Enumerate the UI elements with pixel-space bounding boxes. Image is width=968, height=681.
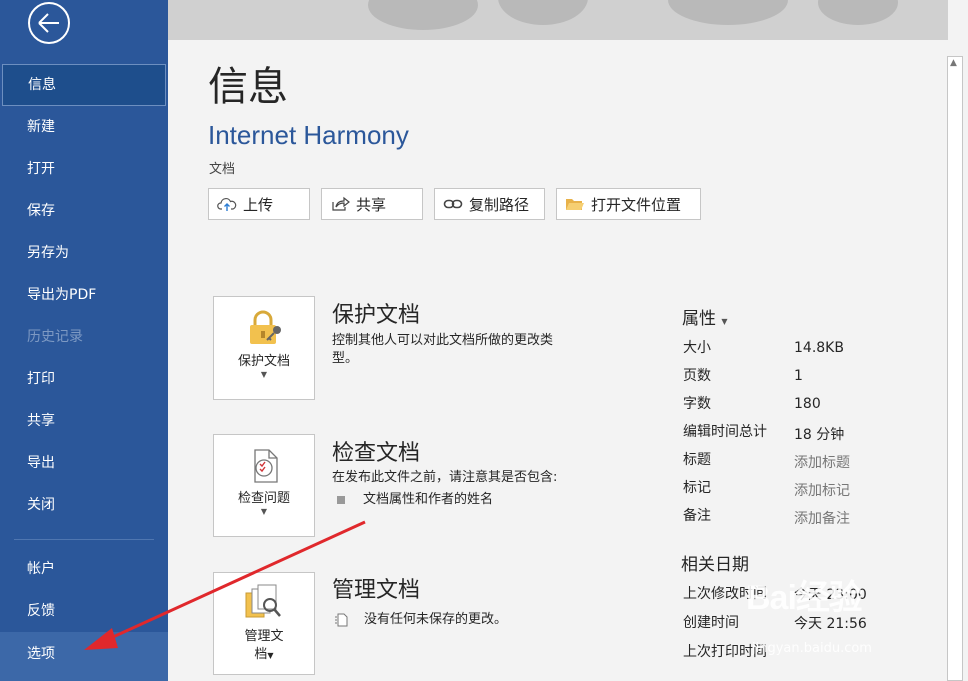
folder-icon [566, 199, 584, 210]
sidebar-item-close[interactable]: 关闭 [0, 484, 168, 526]
sidebar-item-export-pdf[interactable]: 导出为PDF [0, 274, 168, 316]
prop-key-title: 标题 [683, 452, 711, 468]
manage-document-label-2-text: 档 [254, 647, 268, 662]
lock-key-icon [250, 310, 281, 344]
date-value-modified: 今天 23:00 [794, 587, 867, 603]
sidebar-item-history: 历史记录 [27, 329, 83, 345]
sidebar-item-options[interactable]: 选项 [0, 632, 168, 681]
prop-key-edit-time: 编辑时间总计 [683, 424, 767, 440]
manage-document-button[interactable]: 管理文 档▼ [213, 572, 315, 675]
share-button[interactable]: 共享 [321, 188, 423, 220]
open-file-location-button[interactable]: 打开文件位置 [556, 188, 701, 220]
chevron-down-icon: ▼ [260, 507, 268, 516]
prop-value-words: 180 [794, 396, 821, 412]
manage-document-title: 管理文档 [332, 578, 421, 603]
check-issues-label: 检查问题 [237, 491, 290, 506]
sidebar-item-print[interactable]: 打印 [0, 358, 168, 400]
prop-key-tags: 标记 [683, 480, 711, 496]
manage-document-label-2: 档▼ [254, 647, 274, 662]
inspect-document-desc: 在发布此文件之前，请注意其是否包含: [332, 470, 558, 485]
upload-button[interactable]: 上传 [208, 188, 310, 220]
properties-dropdown[interactable]: 属性 ▼ [682, 304, 728, 329]
sidebar-item-info[interactable]: 信息 [2, 64, 166, 106]
inspect-document-title: 检查文档 [332, 441, 421, 466]
cloud-upload-icon [217, 198, 237, 211]
sidebar-item-new[interactable]: 新建 [0, 106, 168, 148]
sidebar-item-share[interactable]: 共享 [0, 400, 168, 442]
inspect-document-bullet: 文档属性和作者的姓名 [363, 492, 494, 507]
inspect-document-icon [254, 449, 278, 483]
prop-value-title[interactable]: 添加标题 [794, 452, 850, 472]
sidebar-item-save[interactable]: 保存 [0, 190, 168, 232]
prop-key-comments: 备注 [683, 508, 711, 524]
date-key-created: 创建时间 [683, 615, 739, 631]
page-title: 信息 [208, 64, 288, 110]
properties-heading: 属性 [682, 309, 716, 329]
copy-path-button[interactable]: 复制路径 [434, 188, 545, 220]
protect-document-desc: 控制其他人可以对此文档所做的更改类 [332, 333, 554, 348]
date-key-printed: 上次打印时间 [683, 644, 767, 660]
document-location: 文档 [209, 162, 236, 177]
prop-value-tags[interactable]: 添加标记 [794, 480, 850, 500]
upload-label: 上传 [243, 195, 274, 214]
link-icon [443, 199, 463, 209]
document-icon [335, 613, 348, 627]
info-panel: 信息 Internet Harmony 文档 上传 共享 复制路径 打开文件位置 [168, 40, 948, 681]
protect-document-label: 保护文档 [237, 354, 290, 369]
scroll-up-icon[interactable]: ▲ [950, 58, 957, 68]
related-dates-heading: 相关日期 [681, 555, 749, 575]
vertical-scrollbar[interactable] [947, 56, 963, 681]
protect-document-button[interactable]: 保护文档 ▼ [213, 296, 315, 400]
copy-path-label: 复制路径 [469, 195, 530, 214]
bullet-icon [337, 496, 345, 504]
sidebar-item-open[interactable]: 打开 [0, 148, 168, 190]
sidebar-item-save-as[interactable]: 另存为 [0, 232, 168, 274]
manage-document-icon [245, 584, 281, 618]
chevron-down-icon: ▼ [721, 317, 728, 326]
prop-key-pages: 页数 [683, 368, 711, 384]
date-value-created: 今天 21:56 [794, 616, 867, 632]
header-banner [168, 0, 948, 40]
prop-value-pages: 1 [794, 368, 803, 384]
chevron-down-icon: ▼ [260, 370, 268, 379]
manage-document-desc: 没有任何未保存的更改。 [364, 612, 508, 627]
protect-document-desc-2: 型。 [332, 351, 359, 366]
protect-document-title: 保护文档 [332, 303, 421, 328]
share-icon [332, 196, 350, 211]
date-key-modified: 上次修改时间 [683, 586, 767, 602]
prop-value-comments[interactable]: 添加备注 [794, 508, 850, 528]
manage-document-label: 管理文 [244, 629, 284, 644]
sidebar-item-feedback[interactable]: 反馈 [0, 590, 168, 632]
check-issues-button[interactable]: 检查问题 ▼ [213, 434, 315, 537]
back-button[interactable] [28, 2, 70, 44]
prop-key-words: 字数 [683, 396, 711, 412]
prop-value-size: 14.8KB [794, 340, 844, 356]
sidebar-item-export[interactable]: 导出 [0, 442, 168, 484]
share-label: 共享 [356, 195, 387, 214]
back-arrow-icon [38, 13, 59, 33]
open-location-label: 打开文件位置 [591, 195, 682, 214]
backstage-sidebar: 信息 新建 打开 保存 另存为 导出为PDF 历史记录 打印 共享 导出 关闭 … [0, 0, 168, 681]
sidebar-divider [14, 539, 154, 540]
document-name: Internet Harmony [208, 120, 409, 150]
prop-key-size: 大小 [683, 340, 711, 356]
sidebar-item-account[interactable]: 帐户 [0, 548, 168, 590]
prop-value-edit-time: 18 分钟 [794, 427, 845, 443]
